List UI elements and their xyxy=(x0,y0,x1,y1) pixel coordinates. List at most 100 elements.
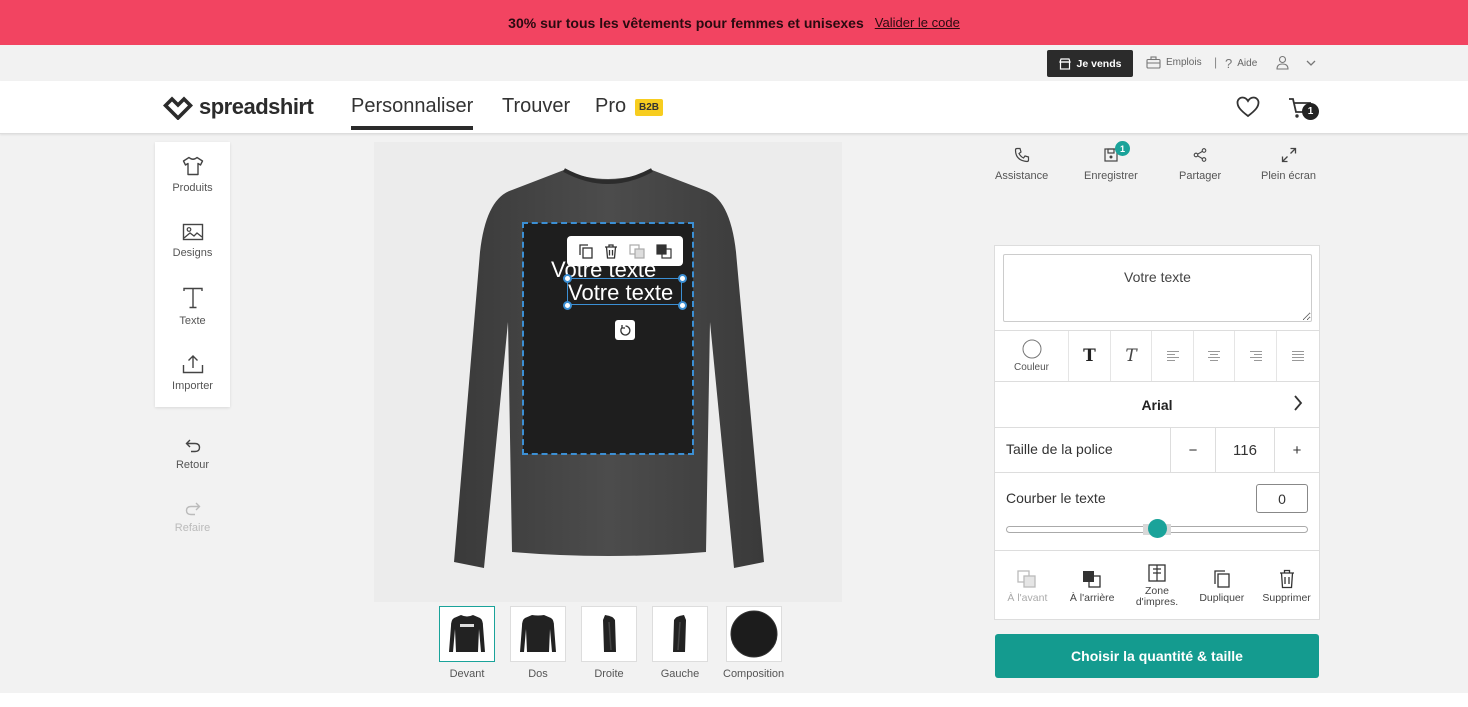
font-selector[interactable]: Arial xyxy=(995,382,1319,428)
cart-count-badge: 1 xyxy=(1302,103,1319,120)
bring-front-icon xyxy=(1017,569,1037,588)
redo-label: Refaire xyxy=(174,522,211,534)
send-back-icon xyxy=(1083,570,1101,588)
bring-front-button[interactable]: À l'avant xyxy=(995,552,1060,620)
view-back-label: Dos xyxy=(528,668,548,680)
page-footer-strip xyxy=(0,693,1468,707)
tool-upload[interactable]: Importer xyxy=(155,340,230,406)
resize-handle-br[interactable] xyxy=(678,301,687,310)
text-content-input[interactable]: Votre texte xyxy=(1003,254,1312,322)
fullscreen-label: Plein écran xyxy=(1261,170,1317,182)
justify-icon xyxy=(1292,351,1304,361)
view-selector: Devant Dos Droite Gauche Composition xyxy=(439,606,784,680)
shirt-side-icon xyxy=(673,615,686,652)
curve-text-row: Courber le texte xyxy=(995,473,1319,551)
main-nav: spreadshirt Personnaliser Trouver Pro B2… xyxy=(0,81,1468,134)
trash-icon xyxy=(1279,569,1294,588)
font-size-row: Taille de la police − 116 + xyxy=(995,428,1319,473)
tab-pro[interactable]: Pro xyxy=(595,95,626,118)
redo-button[interactable]: Refaire xyxy=(155,502,230,534)
jobs-link[interactable]: Emplois xyxy=(1146,56,1202,69)
thumb-right xyxy=(581,606,637,662)
size-value[interactable]: 116 xyxy=(1215,428,1274,472)
share-button[interactable]: Partager xyxy=(1179,147,1221,182)
curve-label: Courber le texte xyxy=(1006,490,1106,506)
text-editor-panel: Votre texte Couleur T T Arial Taille de … xyxy=(994,245,1320,620)
share-label: Partager xyxy=(1179,170,1222,182)
save-label: Enregistrer xyxy=(1084,170,1138,182)
promo-code-link[interactable]: Valider le code xyxy=(875,15,960,30)
size-increase-button[interactable]: + xyxy=(1274,428,1319,472)
text-icon xyxy=(182,287,203,309)
phone-icon xyxy=(1014,147,1029,163)
utility-bar: Je vends Emplois | ? Aide xyxy=(0,45,1468,81)
promo-banner: 30% sur tous les vêtements pour femmes e… xyxy=(0,0,1468,45)
resize-handle-tr[interactable] xyxy=(678,274,687,283)
fullscreen-button[interactable]: Plein écran xyxy=(1261,147,1316,182)
tab-trouver[interactable]: Trouver xyxy=(502,95,570,118)
thumb-front xyxy=(439,606,495,662)
account-menu[interactable] xyxy=(1276,55,1318,70)
view-left[interactable]: Gauche xyxy=(652,606,708,680)
wishlist-heart-icon[interactable] xyxy=(1236,96,1260,118)
thumb-left xyxy=(652,606,708,662)
justify-button[interactable] xyxy=(1277,331,1319,381)
resize-handle-tl[interactable] xyxy=(563,274,572,283)
color-picker[interactable]: Couleur xyxy=(995,331,1069,381)
save-count-badge: 1 xyxy=(1115,141,1130,156)
color-label: Couleur xyxy=(1013,362,1050,373)
italic-icon: T xyxy=(1125,346,1137,366)
tool-text[interactable]: Texte xyxy=(155,274,230,340)
util-separator: | xyxy=(1214,55,1218,69)
canvas-text-selected[interactable]: Votre texte xyxy=(568,280,673,306)
rotate-icon xyxy=(619,324,630,336)
heart-logo-icon xyxy=(163,96,193,120)
delete-button[interactable]: Supprimer xyxy=(1254,552,1319,620)
align-center-button[interactable] xyxy=(1194,331,1235,381)
save-button[interactable]: Enregistrer xyxy=(1084,147,1138,182)
rotate-handle[interactable] xyxy=(615,320,635,340)
tool-products[interactable]: Produits xyxy=(155,142,230,208)
align-right-button[interactable] xyxy=(1235,331,1277,381)
layer-actions: À l'avant À l'arrière Zone d'impres. Dup… xyxy=(995,552,1319,620)
tshirt-icon xyxy=(182,156,203,176)
view-right[interactable]: Droite xyxy=(581,606,637,680)
view-left-label: Gauche xyxy=(660,668,700,680)
view-front[interactable]: Devant xyxy=(439,606,495,680)
logo[interactable]: spreadshirt xyxy=(163,94,314,120)
align-left-button[interactable] xyxy=(1152,331,1194,381)
align-center-icon xyxy=(1208,351,1220,361)
help-link[interactable]: ? Aide xyxy=(1225,56,1257,71)
italic-button[interactable]: T xyxy=(1111,331,1152,381)
size-decrease-button[interactable]: − xyxy=(1170,428,1215,472)
curve-value-input[interactable] xyxy=(1256,484,1308,513)
share-icon xyxy=(1193,148,1207,162)
undo-button[interactable]: Retour xyxy=(155,439,230,471)
help-label: Aide xyxy=(1237,58,1258,69)
send-back-button[interactable]: À l'arrière xyxy=(1060,552,1125,620)
bold-button[interactable]: T xyxy=(1069,331,1111,381)
undo-icon xyxy=(185,439,200,453)
format-toolbar: Couleur T T xyxy=(995,330,1319,382)
view-back[interactable]: Dos xyxy=(510,606,566,680)
shirt-thumb-icon xyxy=(520,615,556,652)
expand-icon xyxy=(1281,147,1296,163)
send-backward-icon[interactable] xyxy=(655,243,672,259)
resize-handle-bl[interactable] xyxy=(563,301,572,310)
curve-slider-thumb[interactable] xyxy=(1148,519,1167,538)
tab-personnaliser[interactable]: Personnaliser xyxy=(351,95,474,130)
print-zone-button[interactable]: Zone d'impres. xyxy=(1125,552,1190,620)
design-canvas[interactable]: Votre texte Votre texte xyxy=(374,142,842,602)
support-button[interactable]: Assistance xyxy=(995,147,1048,182)
tool-text-label: Texte xyxy=(179,315,206,327)
image-icon xyxy=(182,223,203,241)
choose-quantity-size-button[interactable]: Choisir la quantité & taille xyxy=(995,634,1319,678)
align-left-icon xyxy=(1166,351,1179,361)
delete-label: Supprimer xyxy=(1262,591,1311,604)
tool-designs[interactable]: Designs xyxy=(155,208,230,274)
redo-icon xyxy=(185,502,200,516)
duplicate-button[interactable]: Dupliquer xyxy=(1189,552,1254,620)
view-composition[interactable]: Composition xyxy=(723,606,784,680)
design-toolbar: Produits Designs Texte Importer xyxy=(155,142,230,407)
sell-button[interactable]: Je vends xyxy=(1047,50,1133,77)
